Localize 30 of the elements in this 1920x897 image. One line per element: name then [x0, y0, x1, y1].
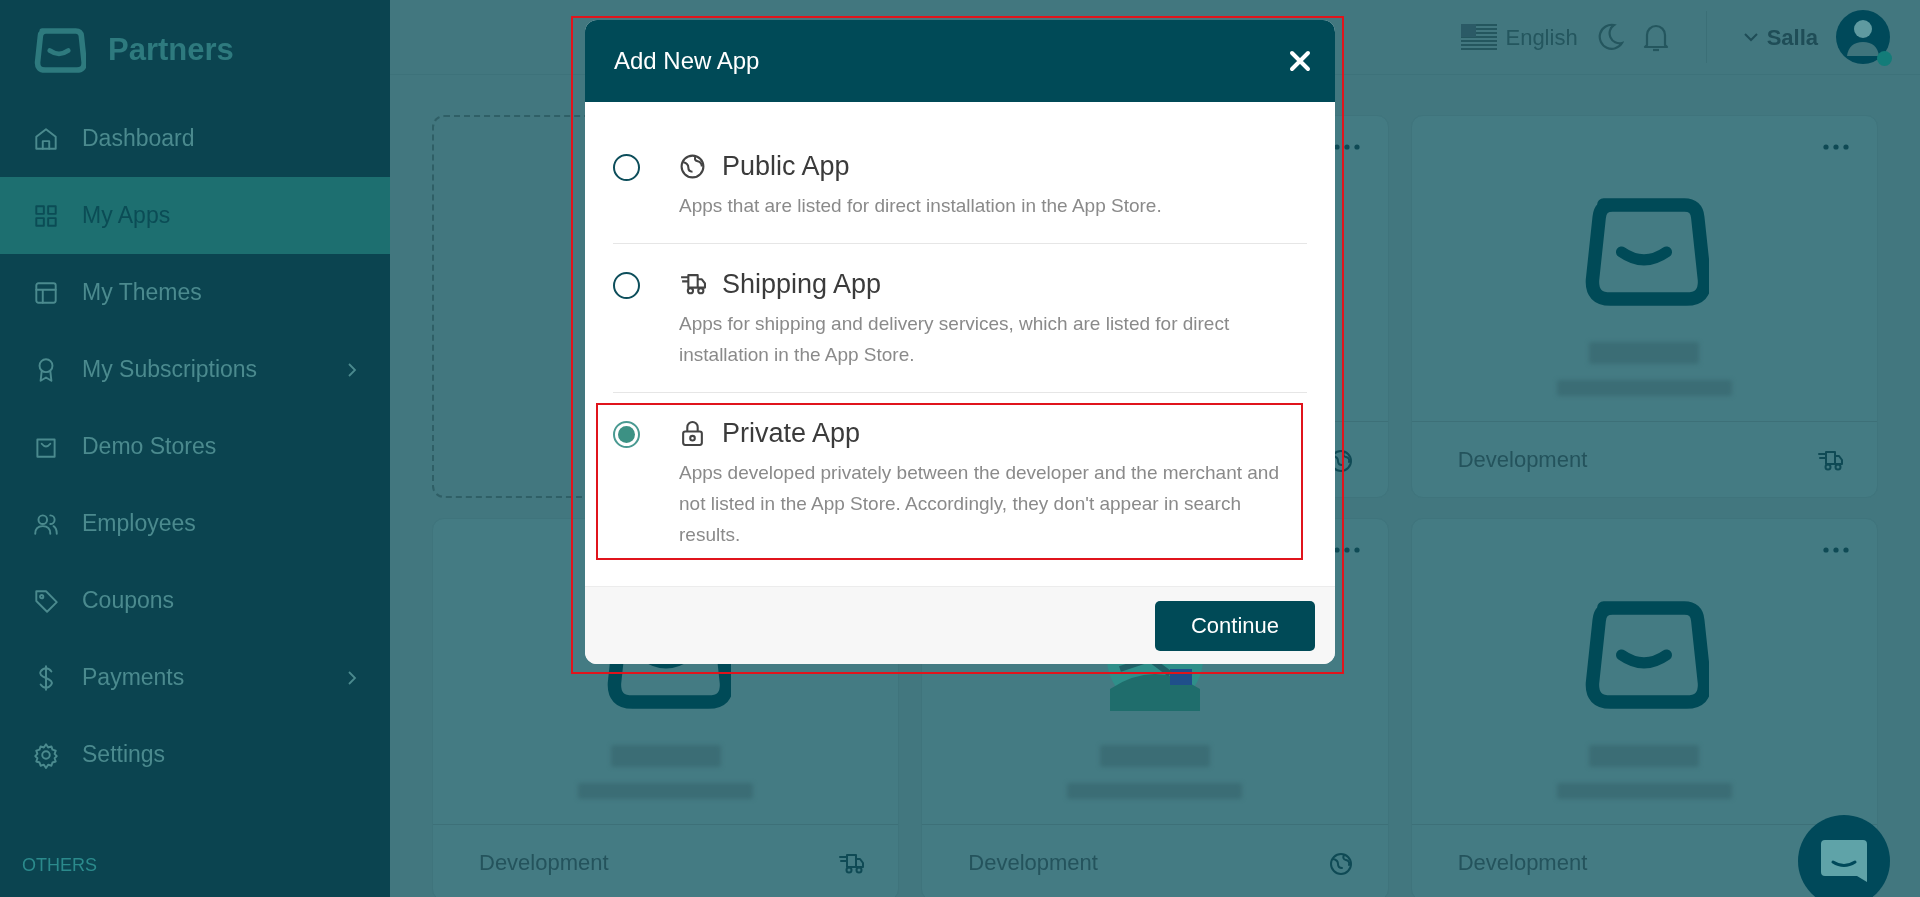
option-title: Public App — [722, 150, 850, 182]
option-description: Apps for shipping and delivery services, which are listed for direct installation in the App Store. — [679, 312, 1231, 367]
sidebar-item[interactable]: My Themes — [0, 254, 390, 331]
option-description: Apps that are listed for direct installation in the App Store. — [679, 194, 1163, 218]
sidebar-item[interactable]: Dashboard — [0, 100, 390, 177]
close-button[interactable] — [1289, 50, 1311, 72]
globe-icon — [1327, 850, 1354, 875]
sidebar-item[interactable]: Payments — [0, 639, 390, 716]
close-icon — [1289, 50, 1311, 72]
option-title: Private App — [722, 417, 861, 449]
sidebar-item[interactable]: Demo Stores — [0, 408, 390, 485]
modal-title: Add New App — [614, 46, 760, 76]
sidebar-item[interactable]: Coupons — [0, 562, 390, 639]
chevron-down-icon — [1742, 32, 1759, 42]
gear-icon — [32, 740, 60, 769]
brand-logo-icon — [32, 26, 86, 74]
sidebar-item[interactable]: Settings — [0, 716, 390, 793]
avatar[interactable] — [1836, 10, 1890, 64]
chat-icon — [1819, 838, 1869, 884]
radio-button[interactable] — [613, 421, 640, 448]
lock-icon — [679, 419, 706, 447]
section-label: OTHERS — [21, 854, 98, 877]
sidebar-item[interactable]: Employees — [0, 485, 390, 562]
radio-button[interactable] — [613, 272, 640, 299]
option-title: Shipping App — [722, 268, 882, 300]
flag-icon — [1461, 24, 1498, 50]
sidebar-item[interactable]: My Subscriptions — [0, 331, 390, 408]
continue-button[interactable]: Continue — [1155, 600, 1315, 651]
radio-button[interactable] — [613, 154, 640, 181]
globe-icon — [679, 152, 706, 180]
